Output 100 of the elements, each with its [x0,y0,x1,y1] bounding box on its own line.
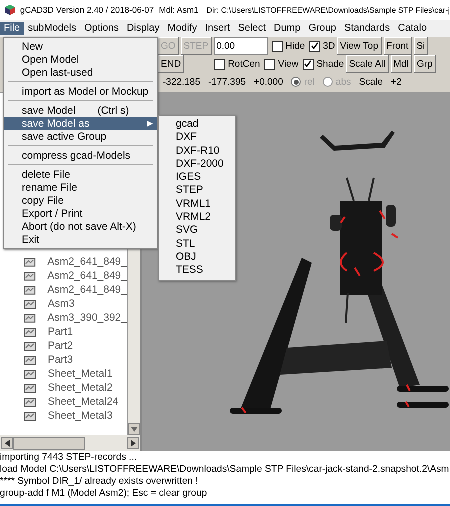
tree-item[interactable]: Part2 [48,340,74,352]
scroll-right-button[interactable] [127,437,139,449]
menu-item[interactable]: Insert [201,22,234,35]
radio-button[interactable] [322,77,333,87]
scroll-thumb[interactable] [13,436,85,450]
menu-entry[interactable]: Abort (do not save Alt-X) [4,220,157,233]
coordinate-text: -322.185 [163,76,201,88]
coordinate-text: Scale [359,76,384,88]
file-icon [24,314,36,322]
tree-item[interactable]: Part1 [48,326,74,338]
message-line: group-add f M1 (Model Asm2); Esc = clear group [0,488,208,500]
menu-entry[interactable]: delete File [4,168,157,181]
tree-item[interactable]: Asm3 [48,298,75,310]
file-icon [24,356,36,364]
submenu-arrow: ▶ [147,119,153,128]
checkbox-label: RotCen [228,58,260,70]
tree-item[interactable]: Sheet_Metal1 [48,368,113,380]
coordinate-text: -177.395 [208,76,246,88]
menu-entry[interactable]: import as Model or Mockup [4,85,157,98]
menu-entry[interactable]: copy File [4,194,157,207]
menu-entry[interactable]: Exit [4,233,157,246]
file-icon [24,342,36,350]
scroll-left-button[interactable] [1,437,13,449]
toolbar-button[interactable]: Mdl [390,55,412,73]
right-arrow-icon [130,440,136,446]
tree-item[interactable]: Asm2_641_849_ [48,284,127,296]
scroll-down-button[interactable] [128,423,140,435]
toolbar-button[interactable]: Scale All [346,55,389,73]
toolbar-button[interactable]: Si [414,37,428,55]
file-icon [24,300,36,308]
tree-item[interactable]: Sheet_Metal24 [48,396,119,408]
menu-entry[interactable]: Open Model [4,53,157,66]
toolbar-button[interactable]: Front [384,37,412,55]
checkbox[interactable] [264,58,276,70]
menu-entry[interactable]: DXF-2000 [159,158,235,172]
radio-button[interactable] [291,77,302,87]
toolbar-button[interactable]: END [158,55,184,73]
value-field[interactable]: 0.00 [214,37,268,55]
menu-entry[interactable]: TESS [159,264,235,278]
message-line: load Model C:\Users\LISTOFFREEWARE\Downloads\Sample STP Files\car-jack-stand-2.snapshot.2\Asm [0,464,450,476]
menu-item[interactable]: Display [122,22,164,35]
file-icon [24,370,36,378]
window-title: gCAD3D Version 2.40 / 2018-06-07 [20,5,154,15]
tree-item[interactable]: Sheet_Metal2 [48,382,113,394]
menu-item[interactable]: File [0,22,24,35]
checkbox[interactable] [309,40,320,52]
menu-item[interactable]: Select [234,22,270,35]
menu-entry[interactable]: save Model as ▶ [4,117,157,130]
menu-entry[interactable]: save Model (Ctrl s) [4,104,157,117]
checkbox-label: View [278,58,299,70]
menu-item[interactable]: Options [80,22,123,35]
menu-item[interactable]: Catalo [394,22,431,35]
checkbox-label: 3D [323,40,336,52]
horizontal-scrollbar[interactable] [0,435,140,451]
file-icon [24,328,36,336]
file-icon [24,384,36,392]
menu-entry[interactable]: gcad [159,118,235,132]
menu-entry[interactable]: SVG [159,224,235,238]
menu-item[interactable]: Modify [164,22,202,35]
checkbox-label: Shade [316,58,344,70]
toolbar-button[interactable]: Grp [414,55,436,73]
checkbox-label: Hide [286,40,306,52]
coordinate-text: +2 [391,76,402,88]
menu-entry[interactable]: STL [159,238,235,251]
menu-item[interactable]: Group [304,22,340,35]
message-line: importing 7443 STEP-records ... [0,452,138,464]
menu-entry[interactable]: STEP [159,184,235,198]
menu-item[interactable]: subModels [24,22,80,35]
shortcut-text: (Ctrl s) [98,104,130,116]
toolbar-button[interactable]: View Top [337,37,382,55]
checkbox[interactable] [302,58,314,70]
menu-entry[interactable]: rename File [4,181,157,194]
menu-entry[interactable]: save active Group [4,130,157,143]
menu-entry[interactable]: New [4,40,157,53]
checkbox[interactable] [272,40,283,52]
radio-label: abs [336,76,352,88]
menu-entry[interactable]: DXF-R10 [159,144,235,158]
tree-item[interactable]: Asm2_641_849_ [48,256,127,268]
radio-label: rel [304,76,315,88]
tree-item[interactable]: Asm2_641_849_ [48,270,127,282]
file-icon [24,286,36,294]
checkbox[interactable] [214,58,226,70]
file-icon [24,412,36,420]
menu-entry[interactable]: OBJ [159,250,235,264]
tree-item[interactable]: Asm3_390_392_ [48,312,127,324]
model-name: Mdl: Asm1 [159,5,199,15]
menu-entry[interactable]: IGES [159,171,235,184]
menu-entry[interactable]: DXF [159,131,235,145]
menu-item[interactable]: Dump [270,22,305,35]
menu-item[interactable]: Standards [340,22,394,35]
menu-entry[interactable]: Open last-used [4,66,157,79]
menu-entry[interactable]: VRML1 [159,198,235,212]
message-line: **** Symbol DIR_1/ already exists overwritten ! [0,476,200,488]
menu-entry[interactable]: Export / Print [4,207,157,220]
menu-entry[interactable]: VRML2 [159,211,235,224]
tree-item[interactable]: Part3 [48,354,74,366]
menu-entry[interactable]: compress gcad-Models [4,149,157,162]
file-icon [24,398,36,406]
left-arrow-icon [4,440,10,446]
tree-item[interactable]: Sheet_Metal3 [48,410,113,422]
